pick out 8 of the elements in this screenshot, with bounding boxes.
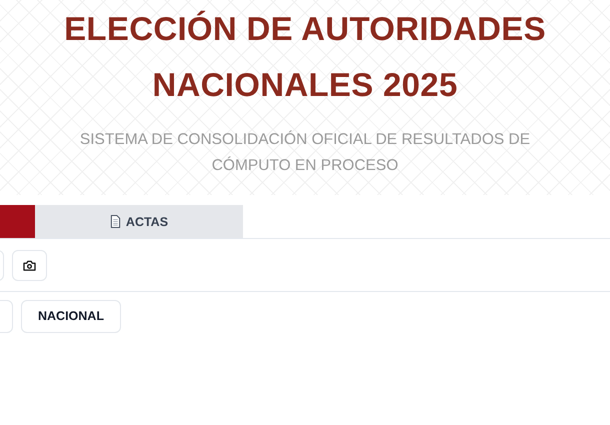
document-icon <box>110 215 121 228</box>
page-subtitle: SISTEMA DE CONSOLIDACIÓN OFICIAL DE RESULTADOS DE CÓMPUTO EN PROCESO <box>78 130 532 176</box>
page-title: ELECCIÓN DE AUTORIDADES NACIONALES 2025 <box>63 9 547 105</box>
tab[interactable] <box>0 205 35 238</box>
camera-icon <box>23 260 36 270</box>
tab[interactable]: ACTAS <box>35 205 243 238</box>
scope-button[interactable]: NACIONAL <box>21 300 121 332</box>
camera-button[interactable] <box>12 250 47 280</box>
